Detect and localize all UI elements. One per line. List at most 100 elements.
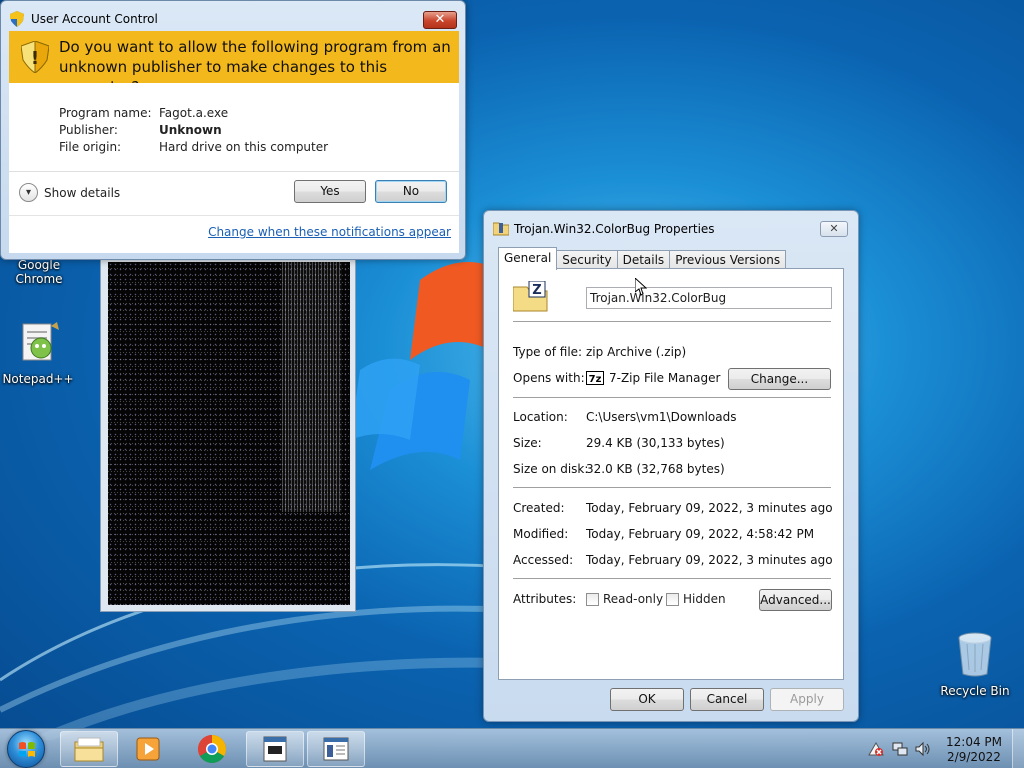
desktop-icon-label: Recycle Bin	[940, 684, 1010, 698]
taskbar-media-player-button[interactable]	[120, 731, 178, 767]
taskbar-explorer-button[interactable]	[60, 731, 118, 767]
location-value: C:\Users\vm1\Downloads	[586, 410, 737, 424]
uac-program-info: Program name: Fagot.a.exe Publisher: Unk…	[59, 105, 328, 156]
properties-window-icon	[323, 737, 349, 761]
filename-input[interactable]: Trojan.Win32.ColorBug	[586, 287, 832, 309]
chevron-down-icon: ▾	[19, 183, 38, 202]
advanced-button[interactable]: Advanced...	[759, 589, 832, 611]
tab-security[interactable]: Security	[556, 250, 618, 270]
opens-with-value: 7-Zip File Manager	[609, 371, 721, 385]
uac-separator	[9, 171, 459, 172]
taskbar: 12:04 PM 2/9/2022	[0, 728, 1024, 768]
file-origin-label: File origin:	[59, 140, 122, 154]
properties-close-button[interactable]: ✕	[820, 221, 848, 237]
tab-previous-versions[interactable]: Previous Versions	[669, 250, 787, 270]
desktop-icon-recycle-bin[interactable]: Recycle Bin	[938, 630, 1012, 698]
recycle-bin-icon	[958, 632, 992, 677]
system-clock[interactable]: 12:04 PM 2/9/2022	[943, 735, 1005, 765]
uac-titlebar[interactable]: User Account Control ✕	[1, 1, 465, 33]
clock-time: 12:04 PM	[946, 735, 1002, 749]
notepadpp-icon	[22, 322, 59, 361]
media-player-icon	[136, 737, 160, 761]
show-details-toggle[interactable]: ▾ Show details	[19, 183, 120, 202]
show-desktop-button[interactable]	[1012, 729, 1024, 768]
uac-title: User Account Control	[31, 12, 158, 26]
taskbar-program-window-button[interactable]	[246, 731, 304, 767]
mouse-cursor-icon	[635, 278, 647, 296]
size-label: Size:	[513, 436, 542, 450]
glitch-canvas	[108, 262, 350, 605]
accessed-label: Accessed:	[513, 553, 574, 567]
action-center-icon[interactable]	[868, 741, 884, 757]
checkbox-box	[666, 592, 679, 606]
zip-folder-large-icon: Z	[513, 281, 548, 312]
volume-icon[interactable]	[915, 741, 931, 757]
checkbox-box	[586, 592, 599, 606]
close-icon: ✕	[829, 222, 839, 235]
read-only-label: Read-only	[603, 592, 664, 606]
modified-value: Today, February 09, 2022, 4:58:42 PM	[586, 527, 815, 541]
glitch-program-window[interactable]	[100, 258, 356, 612]
program-window-icon	[263, 736, 287, 762]
cancel-button[interactable]: Cancel	[690, 688, 764, 711]
accessed-value: Today, February 09, 2022, 3 minutes ago	[586, 553, 833, 567]
size-on-disk-label: Size on disk:	[513, 462, 589, 476]
network-icon[interactable]	[892, 741, 908, 757]
created-label: Created:	[513, 501, 565, 515]
change-notifications-link[interactable]: Change when these notifications appear	[208, 225, 451, 239]
hidden-checkbox[interactable]: Hidden	[666, 592, 726, 606]
apply-button[interactable]: Apply	[770, 688, 844, 711]
separator	[513, 321, 831, 322]
uac-banner: ! Do you want to allow the following pro…	[9, 31, 459, 96]
desktop-icon-label: Notepad++	[2, 372, 74, 386]
taskbar-properties-button[interactable]	[307, 731, 365, 767]
program-name-value: Fagot.a.exe	[159, 106, 229, 120]
svg-text:Z: Z	[532, 283, 541, 298]
location-label: Location:	[513, 410, 568, 424]
properties-dialog[interactable]: Trojan.Win32.ColorBug Properties ✕ Gener…	[483, 210, 859, 722]
properties-title: Trojan.Win32.ColorBug Properties	[514, 222, 715, 236]
desktop-icon-label: Google Chrome	[15, 258, 63, 286]
uac-dialog[interactable]: User Account Control ✕ ! Do you want to …	[0, 0, 466, 260]
show-details-label: Show details	[44, 185, 121, 200]
close-icon: ✕	[434, 12, 446, 27]
file-origin-row: File origin: Hard drive on this computer	[59, 139, 328, 156]
desktop-icon-notepadpp[interactable]: Notepad++	[1, 320, 75, 386]
explorer-icon	[74, 737, 104, 762]
taskbar-chrome-button[interactable]	[183, 731, 241, 767]
7zip-icon: 7z	[586, 371, 604, 385]
separator	[513, 578, 831, 579]
ok-button[interactable]: OK	[610, 688, 684, 711]
properties-titlebar[interactable]: Trojan.Win32.ColorBug Properties ✕	[484, 211, 858, 243]
desktop-icon-chrome[interactable]: Google Chrome	[2, 258, 76, 286]
uac-close-button[interactable]: ✕	[423, 11, 457, 29]
windows-flag-icon	[19, 742, 35, 757]
tab-details[interactable]: Details	[616, 250, 671, 270]
svg-text:!: !	[31, 48, 39, 69]
svg-text:7z: 7z	[589, 374, 602, 385]
general-tab-panel: Z Trojan.Win32.ColorBug Type of file: zi…	[498, 268, 844, 680]
publisher-label: Publisher:	[59, 123, 118, 137]
size-value: 29.4 KB (30,133 bytes)	[586, 436, 725, 450]
no-button[interactable]: No	[375, 180, 447, 203]
tab-general[interactable]: General	[498, 247, 558, 270]
type-label: Type of file:	[513, 345, 583, 359]
zip-folder-icon	[493, 222, 509, 236]
uac-footer-separator	[9, 215, 459, 216]
uac-body: Program name: Fagot.a.exe Publisher: Unk…	[9, 83, 459, 253]
warning-shield-icon: !	[21, 41, 49, 73]
separator	[513, 397, 831, 398]
publisher-value: Unknown	[159, 123, 222, 137]
type-value: zip Archive (.zip)	[586, 345, 687, 359]
hidden-label: Hidden	[683, 592, 726, 606]
start-button[interactable]	[7, 730, 45, 768]
publisher-row: Publisher: Unknown	[59, 122, 328, 139]
opens-with-label: Opens with:	[513, 371, 585, 385]
clock-date: 2/9/2022	[947, 750, 1001, 764]
yes-button[interactable]: Yes	[294, 180, 366, 203]
read-only-checkbox[interactable]: Read-only	[586, 592, 663, 606]
chrome-icon	[198, 735, 226, 763]
file-origin-value: Hard drive on this computer	[159, 140, 329, 154]
change-button[interactable]: Change...	[728, 368, 831, 390]
glitch-streak	[282, 262, 342, 512]
